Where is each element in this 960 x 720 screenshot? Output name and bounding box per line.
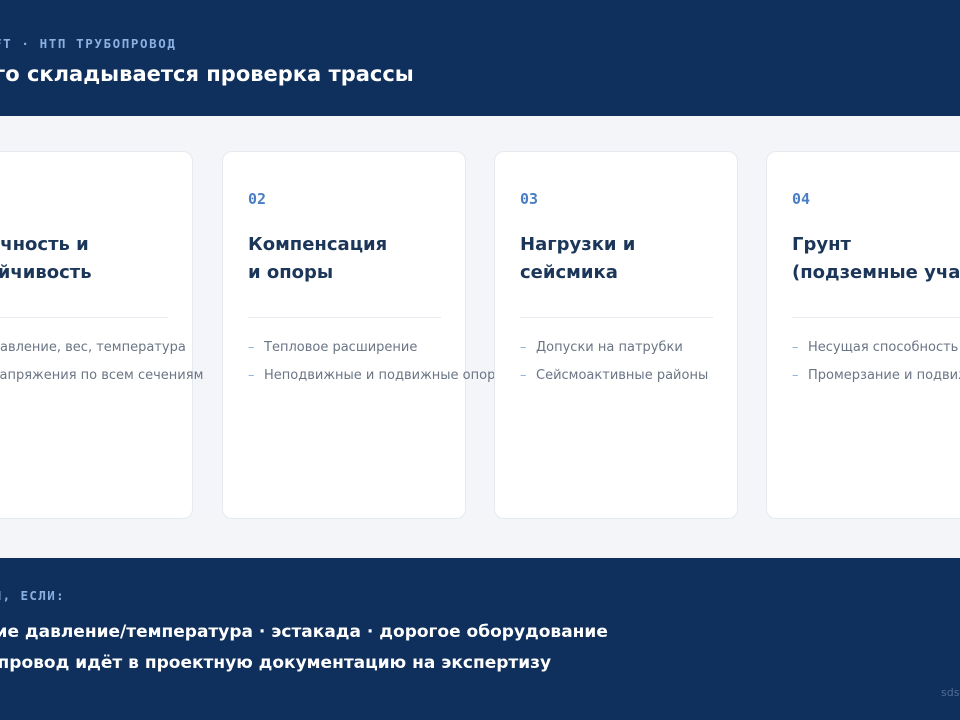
dash-icon: –	[520, 340, 527, 355]
card-title-line: Грунт	[792, 234, 851, 255]
card-compensation: 02 Компенсация и опоры – Тепловое расшире…	[222, 151, 506, 519]
list-item: – Промерзание и подвиж	[792, 368, 960, 396]
dash-icon: –	[792, 368, 799, 383]
footer-band: ДЕЛЕН, ЕСЛИ: кие давление/температура · …	[0, 558, 960, 720]
card-list: – Несущая способность – Промерзание и подв…	[792, 340, 960, 396]
header-eyebrow: FT · НТП ТРУБОПРОВОД	[0, 36, 177, 51]
card-soil: 04 Грунт (подземные участ –Несущая спосо…	[766, 151, 960, 519]
dash-icon: –	[520, 368, 527, 383]
card-title-line: Нагрузки и	[520, 234, 636, 255]
card-title-line: рочность и	[0, 234, 89, 255]
list-item: –давление, вес, температура	[0, 340, 203, 368]
footer-condition-line: кие давление/температура · эстакада · до…	[0, 622, 608, 642]
card-title-line: сейсмика	[520, 262, 618, 283]
card-title: рочность и тойчивость	[0, 231, 235, 287]
card-list: – Тепловое расширение – Неподвижные и подв…	[248, 340, 506, 396]
card-divider	[520, 317, 713, 318]
card-title-line: тойчивость	[0, 262, 92, 283]
list-item: – Сейсмоактивные районы	[520, 368, 708, 396]
list-item: – Неподвижные и подвижные опоры	[248, 368, 506, 396]
list-item-text: Допуски на патрубки	[536, 340, 683, 355]
list-item: – Допуски на патрубки	[520, 340, 708, 368]
card-title-line: Компенсация	[248, 234, 388, 255]
footer-condition-line: бопровод идёт в проектную документацию н…	[0, 653, 552, 673]
list-item: –напряжения по всем сечениям	[0, 368, 203, 396]
list-item-text: Сейсмоактивные районы	[536, 368, 709, 383]
list-item-text: напряжения по всем сечениям	[0, 368, 204, 383]
list-item-text: давление, вес, температура	[0, 340, 186, 355]
list-item-text: Тепловое расширение	[264, 340, 418, 355]
card-strength: рочность и тойчивость –давление, вес, те…	[0, 151, 203, 519]
card-divider	[0, 317, 168, 318]
dash-icon: –	[248, 368, 255, 383]
header-band: FT · НТП ТРУБОПРОВОД его складывается пр…	[0, 0, 960, 116]
list-item-text: Промерзание и подвиж	[808, 368, 960, 383]
dash-icon: –	[792, 340, 799, 355]
card-title: Компенсация и опоры	[248, 231, 508, 287]
footer-eyebrow: ДЕЛЕН, ЕСЛИ:	[0, 588, 66, 603]
page-title: его складывается проверка трассы	[0, 62, 414, 86]
card-title-line: и опоры	[248, 262, 334, 283]
list-item-text: Несущая способность	[808, 340, 959, 355]
card-title: Нагрузки и сейсмика	[520, 231, 780, 287]
list-item: – Тепловое расширение	[248, 340, 506, 368]
dash-icon: –	[248, 340, 255, 355]
list-item: – Несущая способность	[792, 340, 960, 368]
card-number: 02	[248, 190, 267, 208]
card-list: – Допуски на патрубки – Сейсмоактивные рай…	[520, 340, 708, 396]
card-loads: 03 Нагрузки и сейсмика – Допуски на патру…	[494, 151, 738, 519]
card-title: Грунт (подземные участ	[792, 231, 960, 287]
list-item-text: Неподвижные и подвижные опоры	[264, 368, 506, 383]
cards-area: рочность и тойчивость –давление, вес, те…	[0, 116, 960, 558]
card-divider	[248, 317, 441, 318]
watermark: sds	[941, 686, 960, 699]
card-number: 04	[792, 190, 811, 208]
card-number: 03	[520, 190, 539, 208]
card-divider	[792, 317, 960, 318]
card-list: –давление, вес, температура –напряжения …	[0, 340, 203, 396]
card-title-line: (подземные участ	[792, 262, 960, 283]
